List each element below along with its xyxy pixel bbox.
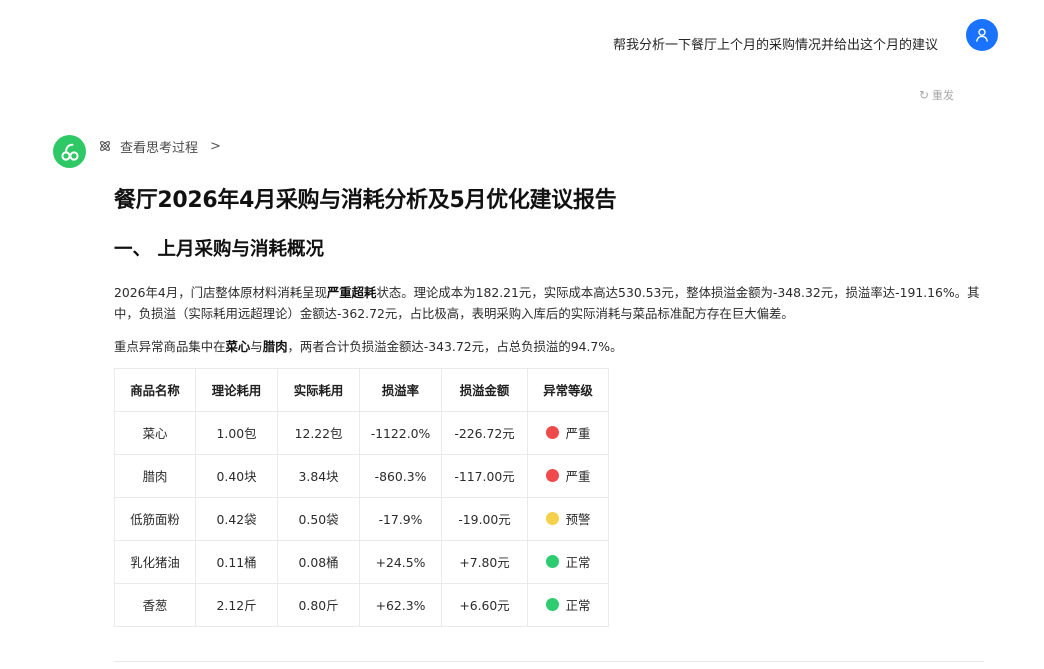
paragraph-text: 重点异常商品集中在	[114, 339, 226, 354]
status-dot-icon	[545, 512, 559, 526]
paragraph-text: 与	[250, 339, 263, 354]
status-dot-icon	[545, 598, 559, 612]
cell-amount: +6.60元	[441, 583, 528, 627]
cell-level: 严重	[527, 454, 609, 498]
chat-page: 帮我分析一下餐厅上个月的采购情况并给出这个月的建议 ↻ 重发 查看思考过程 > …	[0, 0, 1044, 669]
cell-level: 正常	[527, 583, 609, 627]
cell-level: 严重	[527, 411, 609, 455]
cell-amount: +7.80元	[441, 540, 528, 584]
atom-icon	[100, 141, 110, 151]
emphasis-text: 腊肉	[262, 339, 288, 354]
table-header-row: 商品名称 理论耗用 实际耗用 损溢率 损溢金额 异常等级	[114, 368, 609, 412]
level-label: 预警	[565, 511, 591, 527]
divider	[114, 661, 984, 662]
cell-amount: -226.72元	[441, 411, 528, 455]
column-header: 商品名称	[114, 368, 196, 412]
table-row: 腊肉 0.40块 3.84块 -860.3% -117.00元 严重	[114, 454, 609, 498]
report-content: 餐厅2026年4月采购与消耗分析及5月优化建议报告 一、 上月采购与消耗概况 2…	[114, 184, 984, 627]
table-row: 低筋面粉 0.42袋 0.50袋 -17.9% -19.00元 预警	[114, 497, 609, 541]
resend-label: 重发	[932, 89, 954, 102]
cell-amount: -117.00元	[441, 454, 528, 498]
cell-level: 预警	[527, 497, 609, 541]
cell-theory: 2.12斤	[195, 583, 278, 627]
paragraph-text: ，两者合计负损溢金额达-343.72元，占总负损溢的94.7%。	[287, 339, 623, 354]
bot-avatar	[53, 135, 86, 168]
summary-paragraph: 2026年4月，门店整体原材料消耗呈现严重超耗状态。理论成本为182.21元，实…	[114, 282, 984, 324]
resend-button[interactable]: ↻ 重发	[919, 87, 954, 103]
cell-actual: 0.80斤	[277, 583, 360, 627]
status-dot-icon	[545, 469, 559, 483]
consumption-table: 商品名称 理论耗用 实际耗用 损溢率 损溢金额 异常等级 菜心 1.00包 12…	[114, 368, 609, 627]
cell-theory: 0.11桶	[195, 540, 278, 584]
cell-rate: -17.9%	[359, 497, 442, 541]
cell-rate: -1122.0%	[359, 411, 442, 455]
table-row: 菜心 1.00包 12.22包 -1122.0% -226.72元 严重	[114, 411, 609, 455]
cell-name: 乳化猪油	[114, 540, 196, 584]
paragraph-text: 2026年4月，门店整体原材料消耗呈现	[114, 285, 327, 300]
cell-theory: 0.40块	[195, 454, 278, 498]
cell-name: 低筋面粉	[114, 497, 196, 541]
view-thinking-toggle[interactable]: 查看思考过程 >	[98, 137, 221, 156]
key-items-paragraph: 重点异常商品集中在菜心与腊肉，两者合计负损溢金额达-343.72元，占总负损溢的…	[114, 336, 984, 357]
table-row: 乳化猪油 0.11桶 0.08桶 +24.5% +7.80元 正常	[114, 540, 609, 584]
cell-rate: +62.3%	[359, 583, 442, 627]
cell-theory: 0.42袋	[195, 497, 278, 541]
chevron-right-icon: >	[210, 138, 221, 154]
cell-theory: 1.00包	[195, 411, 278, 455]
brand-logo-icon	[60, 143, 79, 161]
cell-actual: 3.84块	[277, 454, 360, 498]
cell-actual: 0.08桶	[277, 540, 360, 584]
status-dot-icon	[545, 426, 559, 440]
cell-actual: 0.50袋	[277, 497, 360, 541]
cell-name: 腊肉	[114, 454, 196, 498]
user-avatar[interactable]	[966, 19, 998, 51]
level-label: 正常	[565, 597, 591, 613]
emphasis-text: 严重超耗	[326, 285, 377, 300]
cell-rate: -860.3%	[359, 454, 442, 498]
status-dot-icon	[545, 555, 559, 569]
user-icon	[976, 28, 988, 42]
cell-level: 正常	[527, 540, 609, 584]
column-header: 理论耗用	[195, 368, 278, 412]
cell-rate: +24.5%	[359, 540, 442, 584]
refresh-icon: ↻	[918, 88, 929, 102]
level-label: 严重	[565, 468, 591, 484]
cell-actual: 12.22包	[277, 411, 360, 455]
cell-name: 香葱	[114, 583, 196, 627]
report-title: 餐厅2026年4月采购与消耗分析及5月优化建议报告	[114, 188, 617, 213]
cell-name: 菜心	[114, 411, 196, 455]
emphasis-text: 菜心	[225, 339, 251, 354]
thinking-label: 查看思考过程	[120, 140, 199, 156]
table-row: 香葱 2.12斤 0.80斤 +62.3% +6.60元 正常	[114, 583, 609, 627]
level-label: 严重	[565, 425, 591, 441]
section-title: 一、 上月采购与消耗概况	[114, 239, 324, 260]
user-message: 帮我分析一下餐厅上个月的采购情况并给出这个月的建议	[612, 38, 938, 53]
column-header: 损溢率	[359, 368, 442, 412]
column-header: 损溢金额	[441, 368, 528, 412]
column-header: 异常等级	[527, 368, 609, 412]
level-label: 正常	[565, 554, 591, 570]
column-header: 实际耗用	[277, 368, 360, 412]
cell-amount: -19.00元	[441, 497, 528, 541]
